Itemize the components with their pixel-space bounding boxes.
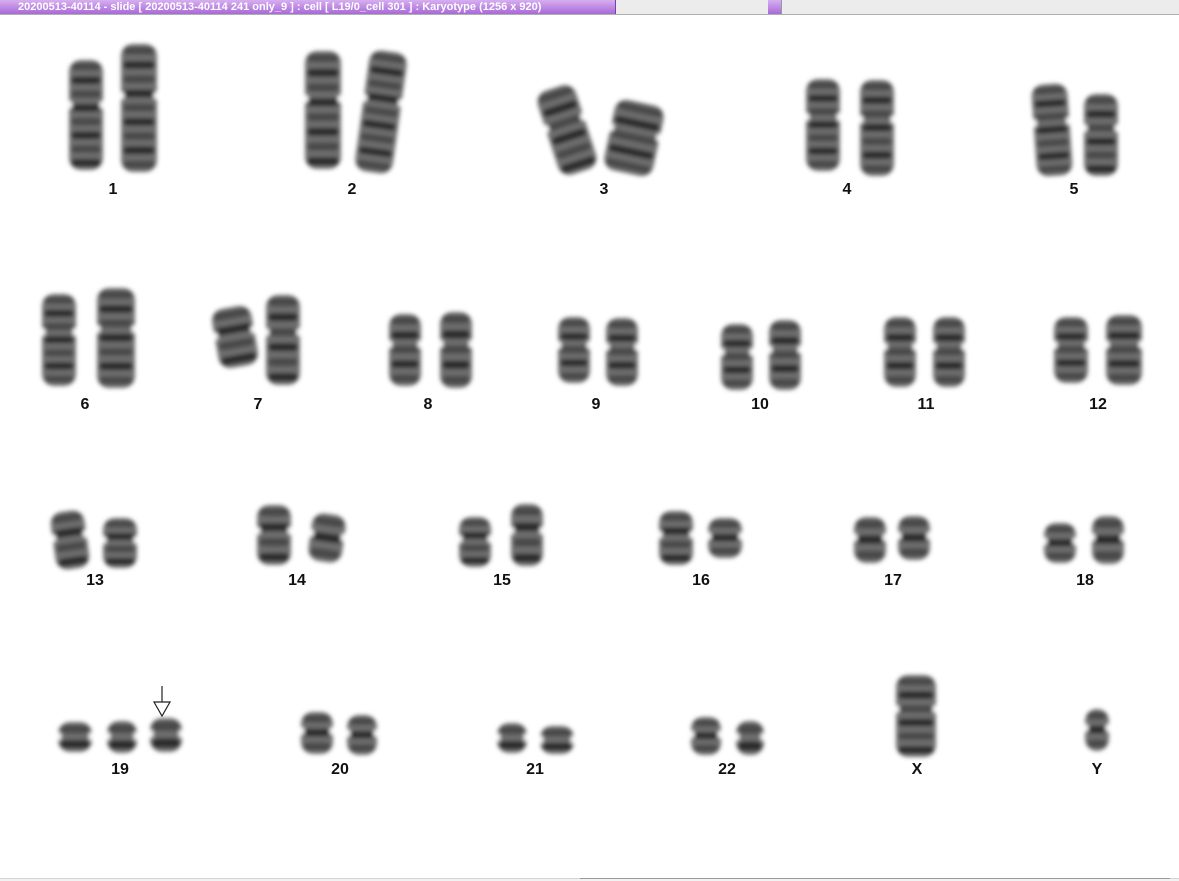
chromosome-16-1[interactable] [657, 511, 695, 565]
chromosome-19-2[interactable] [105, 721, 139, 753]
chromosome-13-2[interactable] [101, 518, 139, 568]
chromosome-label-10: 10 [751, 396, 769, 413]
chromosome-X-1[interactable] [894, 675, 938, 757]
chromosome-1-2[interactable] [119, 44, 159, 172]
chromosome-15-1[interactable] [457, 517, 493, 567]
chromosome-13-1[interactable] [47, 509, 93, 572]
chromosome-7-1[interactable] [208, 304, 262, 371]
chromosome-19-1[interactable] [56, 722, 94, 752]
chromosome-label-20: 20 [331, 761, 349, 778]
chromosome-Y-1[interactable] [1083, 709, 1111, 751]
chromosome-label-8: 8 [423, 396, 433, 413]
window-title: 20200513-40114 - slide [ 20200513-40114 … [18, 1, 542, 13]
chromosome-11-1[interactable] [882, 317, 918, 387]
chromosome-8-1[interactable] [387, 314, 423, 386]
chromosome-2-1[interactable] [303, 51, 343, 169]
chromosome-label-13: 13 [86, 572, 104, 589]
chromosome-21-1[interactable] [495, 723, 529, 753]
chromosome-label-4: 4 [842, 181, 852, 198]
chromosome-7-2[interactable] [264, 295, 302, 385]
chromosome-16-2[interactable] [706, 518, 744, 558]
chromosome-20-2[interactable] [345, 715, 379, 755]
chromosome-2-2[interactable] [352, 49, 411, 176]
window-tab[interactable]: 20200513-40114 - slide [ 20200513-40114 … [0, 0, 616, 14]
title-bar: 20200513-40114 - slide [ 20200513-40114 … [0, 0, 1179, 15]
chromosome-label-11: 11 [917, 396, 935, 413]
chromosome-label-3: 3 [599, 181, 609, 198]
chromosome-10-2[interactable] [767, 320, 803, 390]
chromosome-10-1[interactable] [719, 324, 755, 390]
chromosome-label-22: 22 [718, 761, 736, 778]
chromosome-18-2[interactable] [1090, 516, 1126, 564]
chromosome-22-1[interactable] [689, 717, 723, 755]
chromosome-label-21: 21 [526, 761, 544, 778]
chromosome-6-1[interactable] [40, 294, 78, 386]
chromosome-5-2[interactable] [1082, 94, 1120, 176]
chromosome-label-9: 9 [591, 396, 601, 413]
chromosome-3-1[interactable] [532, 81, 601, 178]
chromosome-label-6: 6 [80, 396, 90, 413]
chromosome-1-1[interactable] [67, 60, 105, 170]
chromosome-6-2[interactable] [95, 288, 137, 388]
secondary-tab[interactable] [768, 0, 782, 14]
chromosome-label-2: 2 [347, 181, 357, 198]
chromosome-9-1[interactable] [556, 317, 592, 383]
chromosome-12-2[interactable] [1104, 315, 1144, 385]
chromosome-label-5: 5 [1069, 181, 1079, 198]
chromosome-9-2[interactable] [604, 318, 640, 386]
chromosome-8-2[interactable] [438, 312, 474, 388]
chromosome-22-2[interactable] [734, 721, 766, 755]
chromosome-20-1[interactable] [299, 712, 335, 754]
chromosome-17-2[interactable] [896, 516, 932, 560]
chromosome-5-1[interactable] [1029, 83, 1075, 178]
chromosome-4-2[interactable] [858, 80, 896, 176]
chromosome-15-2[interactable] [509, 504, 545, 566]
chromosome-14-2[interactable] [305, 512, 349, 565]
chromosome-label-Y: Y [1091, 761, 1103, 778]
chromosome-21-2[interactable] [538, 726, 576, 754]
chromosome-4-1[interactable] [804, 79, 842, 171]
chromosome-label-1: 1 [108, 181, 118, 198]
chromosome-label-X: X [911, 761, 923, 778]
chromosome-18-1[interactable] [1042, 523, 1078, 563]
chromosome-label-14: 14 [288, 572, 306, 589]
chromosome-label-17: 17 [884, 572, 902, 589]
chromosome-label-15: 15 [493, 572, 511, 589]
chromosome-11-2[interactable] [931, 317, 967, 387]
chromosome-label-7: 7 [253, 396, 263, 413]
chromosome-3-2[interactable] [600, 97, 668, 179]
chromosome-17-1[interactable] [852, 517, 888, 563]
chromosome-14-1[interactable] [255, 505, 293, 565]
chromosome-label-16: 16 [692, 572, 710, 589]
chromosome-layer [40, 44, 1144, 757]
karyotype-canvas [0, 15, 1179, 881]
chromosome-label-12: 12 [1089, 396, 1107, 413]
chromosome-12-1[interactable] [1052, 317, 1090, 383]
chromosome-label-18: 18 [1076, 572, 1094, 589]
arrow-down-icon [152, 686, 172, 718]
chromosome-19-3[interactable] [148, 718, 184, 752]
chromosome-label-19: 19 [111, 761, 129, 778]
